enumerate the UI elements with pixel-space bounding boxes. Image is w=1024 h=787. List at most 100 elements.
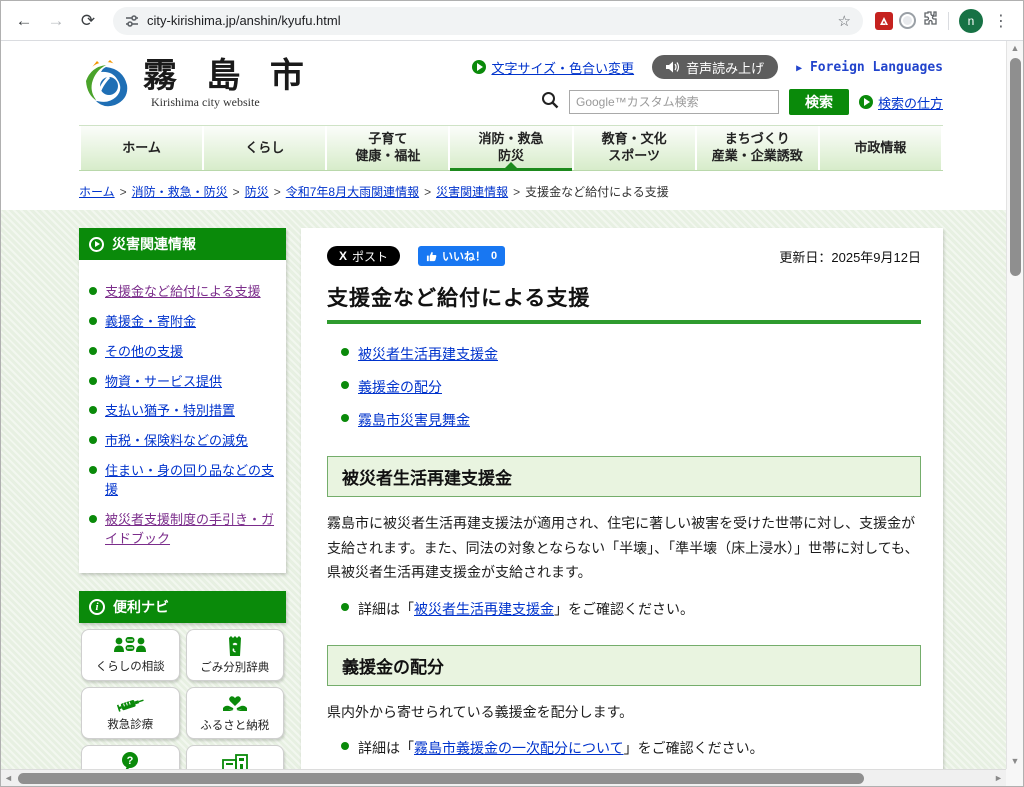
search-icon bbox=[541, 91, 559, 114]
scroll-right-arrow[interactable]: ► bbox=[991, 771, 1006, 786]
quick-nav-kyukyu-shinryo[interactable]: 救急診療 bbox=[81, 687, 180, 739]
search-input[interactable] bbox=[569, 90, 779, 114]
green-arrow-icon bbox=[859, 95, 873, 109]
section-paragraph: 県内外から寄せられている義援金を配分します。 bbox=[327, 700, 921, 725]
detail-link-saiken[interactable]: 被災者生活再建支援金 bbox=[414, 601, 554, 617]
x-post-button[interactable]: X ポスト bbox=[327, 246, 400, 266]
scroll-left-arrow[interactable]: ◄ bbox=[1, 771, 16, 786]
url-text[interactable]: city-kirishima.jp/anshin/kyufu.html bbox=[147, 13, 830, 28]
nav-tab-home[interactable]: ホーム bbox=[79, 126, 204, 170]
quick-nav-header: i 便利ナビ bbox=[79, 591, 286, 623]
nav-tab-kosodate[interactable]: 子育て 健康・福祉 bbox=[327, 126, 450, 170]
quick-nav-shisetsu[interactable]: 施設一覧 bbox=[186, 745, 285, 769]
extension-icon[interactable] bbox=[899, 12, 916, 29]
green-arrow-icon bbox=[472, 60, 486, 74]
breadcrumb-link[interactable]: 防災 bbox=[245, 185, 269, 199]
vertical-scrollbar[interactable]: ▲ ▼ bbox=[1006, 41, 1023, 769]
sidebar-item-sumai: 住まい・身の回り品などの支援 bbox=[89, 462, 276, 500]
toc-link-saiken[interactable]: 被災者生活再建支援金 bbox=[358, 344, 498, 364]
syringe-icon bbox=[115, 694, 145, 714]
bullet-icon bbox=[341, 603, 349, 611]
quick-nav-furusato-nouzei[interactable]: ふるさと納税 bbox=[186, 687, 285, 739]
horizontal-scroll-thumb[interactable] bbox=[18, 773, 864, 784]
section-heading-saiken: 被災者生活再建支援金 bbox=[327, 456, 921, 497]
site-logo[interactable]: 霧 島 市 Kirishima city website bbox=[79, 49, 314, 115]
kirishima-emblem-icon bbox=[79, 55, 133, 114]
bullet-icon bbox=[89, 406, 97, 414]
web-page: 霧 島 市 Kirishima city website 文字サイズ・色合い変更 bbox=[1, 41, 1006, 769]
back-button[interactable]: ← bbox=[11, 8, 37, 34]
audio-readout-button[interactable]: 音声読み上げ bbox=[652, 55, 778, 79]
disaster-info-box: 災害関連情報 支援金など給付による支援 義援金・寄附金 その他の支援 物資・サー… bbox=[79, 228, 286, 573]
heart-hands-icon bbox=[222, 694, 248, 715]
breadcrumb-separator: > bbox=[274, 185, 281, 199]
toc-link-mimaikin[interactable]: 霧島市災害見舞金 bbox=[358, 410, 470, 430]
sidebar-item-shienkin: 支援金など給付による支援 bbox=[89, 283, 276, 302]
quick-nav-kurashi-soudan[interactable]: くらしの相談 bbox=[81, 629, 180, 681]
nav-tab-bousai[interactable]: 消防・救急 防災 bbox=[450, 126, 573, 170]
search-button[interactable]: 検索 bbox=[789, 89, 849, 115]
title-divider bbox=[327, 320, 921, 324]
page-title: 支援金など給付による支援 bbox=[327, 282, 921, 312]
nav-tab-machidukuri[interactable]: まちづくり 産業・企業誘致 bbox=[697, 126, 820, 170]
nav-tab-kyouiku[interactable]: 教育・文化 スポーツ bbox=[574, 126, 697, 170]
nav-tab-kurashi[interactable]: くらし bbox=[204, 126, 327, 170]
x-logo-icon: X bbox=[339, 249, 347, 263]
thumbs-up-icon bbox=[426, 251, 437, 262]
horizontal-scrollbar[interactable]: ◄ ► bbox=[1, 769, 1006, 786]
section-heading-gienkin: 義援金の配分 bbox=[327, 645, 921, 686]
scroll-up-arrow[interactable]: ▲ bbox=[1008, 41, 1023, 56]
search-help-link[interactable]: 検索の仕方 bbox=[859, 93, 943, 112]
forward-button[interactable]: → bbox=[43, 8, 69, 34]
sidebar-item-shizei: 市税・保険料などの減免 bbox=[89, 432, 276, 451]
breadcrumb-separator: > bbox=[233, 185, 240, 199]
nav-tab-shisei[interactable]: 市政情報 bbox=[820, 126, 943, 170]
extensions-puzzle-icon[interactable] bbox=[922, 10, 938, 31]
site-subtitle: Kirishima city website bbox=[151, 95, 314, 110]
detail-link-gienkin[interactable]: 霧島市義援金の一次配分について bbox=[414, 740, 624, 756]
toc-link-gienkin[interactable]: 義援金の配分 bbox=[358, 377, 442, 397]
sidebar-item-gienkin: 義援金・寄附金 bbox=[89, 313, 276, 332]
quick-nav-faq[interactable]: ? よくある質問 bbox=[81, 745, 180, 769]
breadcrumb-link[interactable]: 令和7年8月大雨関連情報 bbox=[286, 185, 419, 199]
bullet-icon bbox=[89, 377, 97, 385]
quick-nav-gomi-jiten[interactable]: ごみ分別辞典 bbox=[186, 629, 285, 681]
bullet-icon bbox=[89, 436, 97, 444]
browser-toolbar: ← → ⟳ city-kirishima.jp/anshin/kyufu.htm… bbox=[1, 1, 1023, 41]
toolbar-divider bbox=[948, 12, 949, 30]
svg-text:?: ? bbox=[127, 755, 134, 767]
breadcrumb-link[interactable]: 消防・救急・防災 bbox=[132, 185, 228, 199]
scroll-down-arrow[interactable]: ▼ bbox=[1008, 754, 1023, 769]
updated-date: 更新日：2025年9月12日 bbox=[779, 247, 921, 266]
breadcrumb-link[interactable]: 災害関連情報 bbox=[436, 185, 508, 199]
font-size-link[interactable]: 文字サイズ・色合い変更 bbox=[472, 58, 634, 77]
toc-item: 被災者生活再建支援金 bbox=[341, 344, 921, 364]
pdf-extension-icon[interactable] bbox=[875, 12, 893, 30]
bullet-icon bbox=[89, 287, 97, 295]
quick-nav-box: i 便利ナビ くらしの相談 ごみ分別辞典 bbox=[79, 591, 286, 769]
vertical-scroll-thumb[interactable] bbox=[1010, 58, 1021, 276]
sidebar: 災害関連情報 支援金など給付による支援 義援金・寄附金 その他の支援 物資・サー… bbox=[79, 228, 286, 769]
bullet-icon bbox=[89, 466, 97, 474]
breadcrumb-link[interactable]: ホーム bbox=[79, 185, 115, 199]
profile-avatar[interactable]: n bbox=[959, 9, 983, 33]
facebook-like-button[interactable]: いいね！ 0 bbox=[418, 246, 505, 266]
trash-bin-icon bbox=[225, 635, 245, 657]
like-count: 0 bbox=[491, 250, 497, 262]
site-info-icon[interactable] bbox=[125, 14, 139, 28]
sidebar-item-shiharai: 支払い猶予・特別措置 bbox=[89, 402, 276, 421]
disaster-info-header: 災害関連情報 bbox=[79, 228, 286, 260]
foreign-languages-link[interactable]: ▶ Foreign Languages bbox=[796, 60, 943, 75]
address-bar[interactable]: city-kirishima.jp/anshin/kyufu.html ☆ bbox=[113, 7, 863, 35]
reload-button[interactable]: ⟳ bbox=[75, 8, 101, 34]
bullet-icon bbox=[89, 347, 97, 355]
detail-bullet: 詳細は「霧島市義援金の一次配分について」をご確認ください。 bbox=[341, 738, 921, 758]
breadcrumb-separator: > bbox=[513, 185, 520, 199]
global-nav: ホーム くらし 子育て 健康・福祉 消防・救急 防災 教育・文化 スポーツ まち… bbox=[79, 125, 943, 171]
browser-menu-icon[interactable]: ⋮ bbox=[989, 11, 1013, 31]
site-name: 霧 島 市 bbox=[143, 58, 314, 95]
circle-arrow-icon bbox=[89, 237, 104, 252]
bookmark-star-icon[interactable]: ☆ bbox=[838, 12, 851, 30]
breadcrumb-separator: > bbox=[120, 185, 127, 199]
speaker-icon bbox=[666, 61, 680, 73]
